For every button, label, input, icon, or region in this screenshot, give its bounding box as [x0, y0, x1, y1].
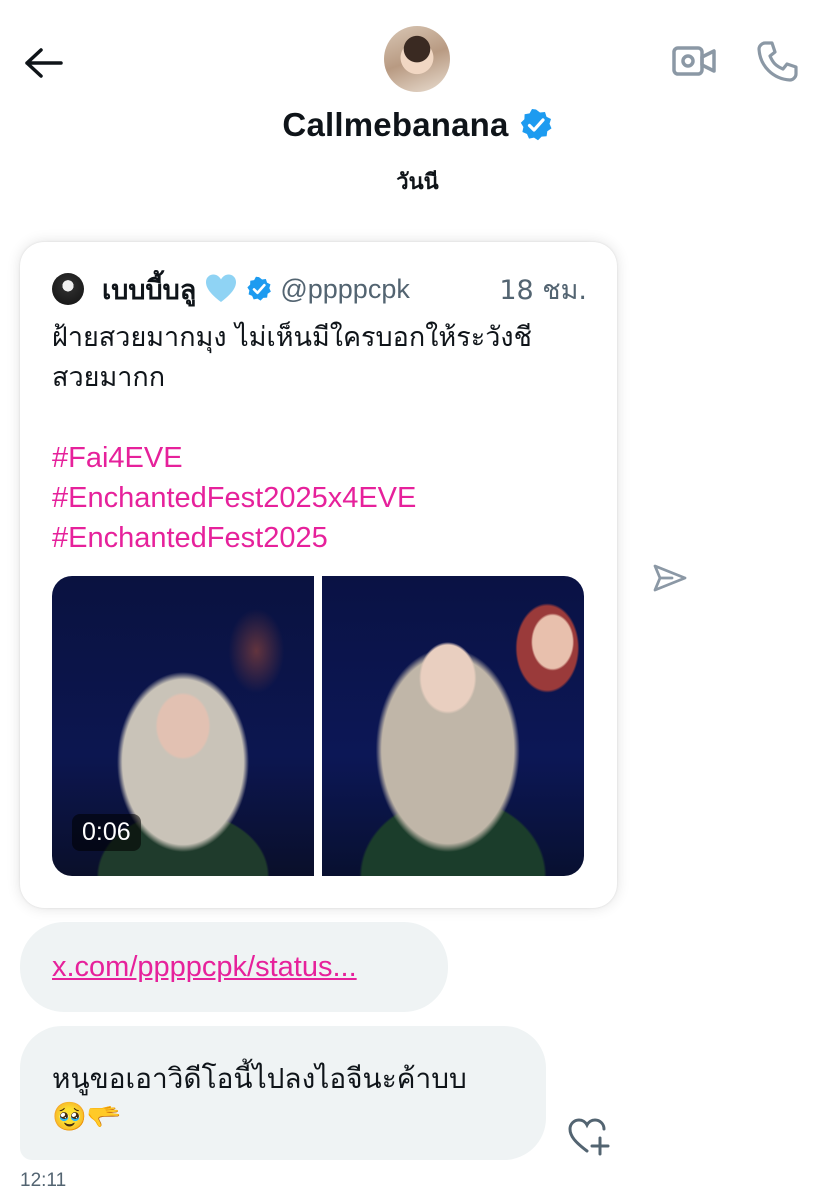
hashtag-link[interactable]: #EnchantedFest2025x4EVE	[52, 478, 416, 518]
tweet-author-name[interactable]: เบบบี้บลู	[102, 268, 196, 311]
video-duration-badge: 0:06	[72, 814, 141, 851]
message-emojis: 🥹🫳	[52, 1100, 122, 1133]
tweet-text: ฝ้ายสวยมากมุง ไม่เห็นมีใครบอกให้ระวังชี …	[52, 318, 602, 398]
tweet-text-line: ฝ้ายสวยมากมุง ไม่เห็นมีใครบอกให้ระวังชี	[52, 322, 532, 353]
send-icon	[653, 564, 687, 592]
tweet-author-handle[interactable]: @ppppcpk	[280, 274, 410, 305]
tweet-header: เบบบี้บลู @ppppcpk 18 ชม.	[52, 270, 587, 308]
link-message-bubble: x.com/ppppcpk/status...	[20, 922, 448, 1012]
video-camera-icon	[672, 46, 716, 76]
heart-plus-icon	[568, 1118, 610, 1156]
hashtag-link[interactable]: #Fai4EVE	[52, 438, 416, 478]
video-call-button[interactable]	[668, 38, 720, 84]
conversation-title: Callmebanana	[0, 106, 835, 144]
phone-call-button[interactable]	[752, 36, 802, 86]
tweet-author-avatar[interactable]	[52, 273, 84, 305]
message-text: หนูขอเอาวิดีโอนี้ไปลงไอจีนะค้าบบ	[52, 1062, 467, 1095]
add-reaction-button[interactable]	[566, 1114, 612, 1158]
verified-badge-icon	[246, 276, 272, 302]
phone-icon	[757, 41, 798, 82]
arrow-left-icon	[25, 48, 63, 78]
message-bubble[interactable]: หนูขอเอาวิดีโอนี้ไปลงไอจีนะค้าบบ 🥹🫳	[20, 1026, 546, 1160]
shared-tweet-card[interactable]: เบบบี้บลู @ppppcpk 18 ชม. ฝ้ายสวยมากมุง …	[20, 242, 617, 908]
tweet-text-line: สวยมากก	[52, 362, 166, 393]
tweet-photo[interactable]	[322, 576, 584, 876]
tweet-media-grid: 0:06	[52, 576, 584, 876]
share-button[interactable]	[650, 560, 690, 596]
avatar[interactable]	[384, 26, 450, 92]
tweet-video-thumbnail[interactable]: 0:06	[52, 576, 314, 876]
date-separator: วันนี	[396, 170, 439, 195]
light-blue-heart-icon	[204, 272, 238, 306]
message-timestamp: 12:11	[20, 1170, 67, 1191]
tweet-hashtags: #Fai4EVE #EnchantedFest2025x4EVE #Enchan…	[52, 438, 416, 558]
verified-badge-icon	[519, 108, 553, 142]
contact-name: Callmebanana	[282, 106, 509, 143]
tweet-timestamp: 18 ชม.	[499, 274, 587, 306]
hashtag-link[interactable]: #EnchantedFest2025	[52, 518, 416, 558]
back-button[interactable]	[20, 40, 66, 86]
tweet-link[interactable]: x.com/ppppcpk/status...	[52, 951, 357, 984]
